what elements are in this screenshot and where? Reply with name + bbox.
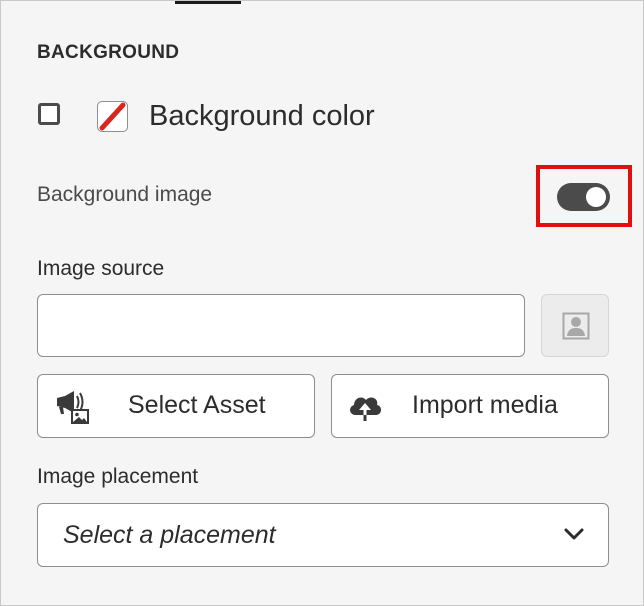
image-placement-value: Select a placement	[63, 521, 276, 549]
background-color-checkbox[interactable]	[38, 103, 60, 125]
background-color-swatch[interactable]	[97, 101, 128, 132]
image-source-label: Image source	[37, 257, 165, 280]
chevron-down-icon	[564, 528, 584, 540]
image-placement-label: Image placement	[37, 465, 199, 488]
background-settings-panel: BACKGROUND Background color Background i…	[0, 0, 644, 606]
select-asset-label: Select Asset	[128, 391, 266, 419]
image-placement-select[interactable]: Select a placement	[37, 503, 609, 567]
asset-icon	[57, 391, 89, 424]
cloud-upload-icon	[350, 397, 382, 421]
image-browse-icon	[562, 312, 590, 340]
active-tab-indicator	[175, 1, 241, 4]
background-image-label: Background image	[37, 183, 213, 206]
select-asset-button[interactable]: Select Asset	[37, 374, 315, 438]
import-media-label: Import media	[412, 391, 558, 419]
background-image-toggle[interactable]	[557, 183, 610, 211]
background-color-label: Background color	[149, 100, 375, 132]
image-browse-button[interactable]	[541, 294, 609, 357]
no-color-icon	[99, 102, 126, 131]
image-source-input[interactable]	[37, 294, 525, 357]
toggle-knob	[586, 187, 606, 207]
import-media-button[interactable]: Import media	[331, 374, 609, 438]
section-title: BACKGROUND	[37, 42, 180, 63]
